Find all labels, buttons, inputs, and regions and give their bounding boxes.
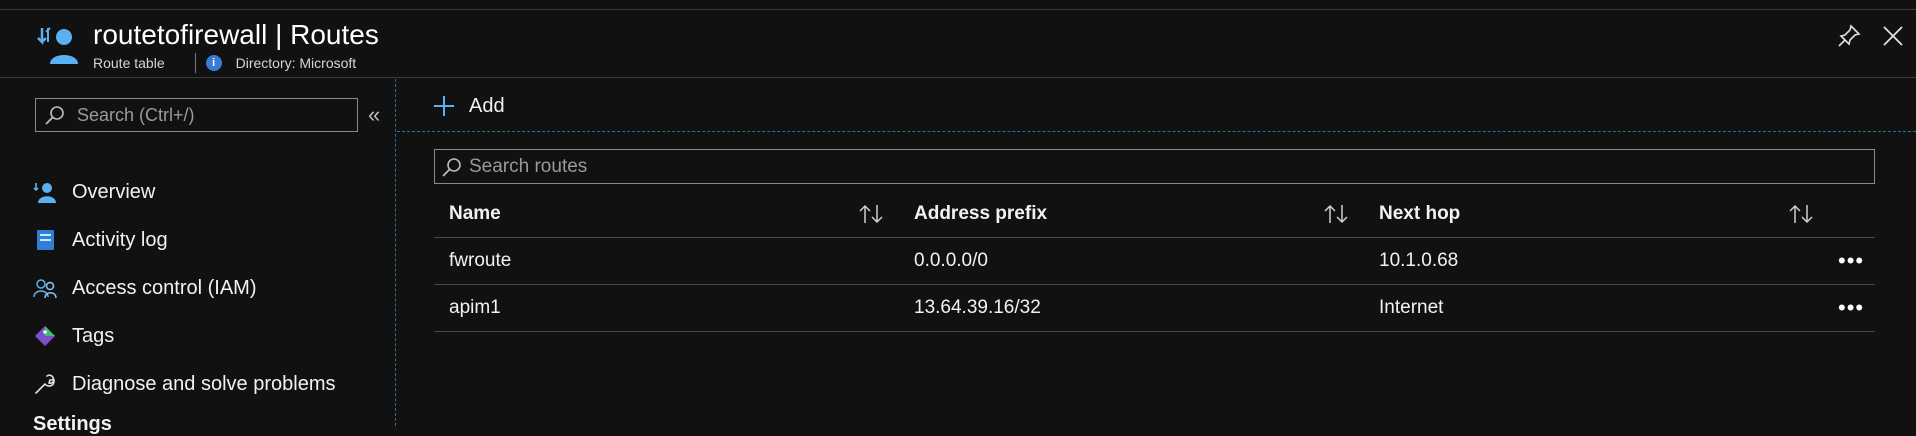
- sort-icon[interactable]: [1323, 203, 1349, 225]
- route-table-icon: [37, 27, 78, 64]
- sidebar-item-iam[interactable]: Access control (IAM): [33, 270, 256, 306]
- sidebar-item-diagnose[interactable]: Diagnose and solve problems: [33, 366, 336, 402]
- column-header-address-prefix[interactable]: Address prefix: [914, 190, 1047, 237]
- route-name: apim1: [449, 297, 501, 318]
- route-next-hop: Internet: [1379, 297, 1444, 318]
- header-subtitle: Route table i Directory: Microsoft: [93, 53, 356, 73]
- close-icon[interactable]: [1880, 23, 1906, 49]
- breadcrumb-strip: [0, 0, 1916, 10]
- route-address-prefix: 13.64.39.16/32: [914, 297, 1041, 318]
- add-button[interactable]: Add: [433, 89, 505, 123]
- sidebar-item-label: Activity log: [72, 228, 168, 251]
- search-icon: [45, 106, 64, 125]
- routes-table: Name Address prefix Next hop fwroute 0.0…: [434, 190, 1875, 332]
- more-actions-button[interactable]: •••: [1838, 285, 1864, 331]
- sidebar-item-label: Diagnose and solve problems: [72, 372, 336, 395]
- main-content: Add Search routes Name Address prefix Ne…: [397, 79, 1916, 426]
- blade-header: routetofirewall | Routes Route table i D…: [0, 11, 1916, 78]
- tag-icon: [35, 326, 55, 346]
- sidebar: Search (Ctrl+/) « Overview Activity log …: [0, 79, 396, 435]
- divider: [194, 53, 196, 73]
- route-address-prefix: 0.0.0.0/0: [914, 250, 988, 271]
- command-bar: Add: [397, 79, 1916, 132]
- wrench-icon: [35, 374, 55, 394]
- plus-icon: [434, 96, 454, 116]
- collapse-sidebar-button[interactable]: «: [368, 103, 388, 127]
- routes-search-placeholder: Search routes: [469, 155, 588, 177]
- directory-label: Directory: Microsoft: [235, 55, 357, 71]
- sidebar-item-tags[interactable]: Tags: [33, 318, 114, 354]
- sort-icon[interactable]: [1788, 203, 1814, 225]
- route-next-hop: 10.1.0.68: [1379, 250, 1459, 271]
- sidebar-search-input[interactable]: Search (Ctrl+/): [35, 98, 358, 132]
- sidebar-item-activity-log[interactable]: Activity log: [33, 222, 168, 258]
- sidebar-section-settings: Settings: [33, 413, 112, 435]
- route-name: fwroute: [449, 250, 512, 271]
- routes-search-input[interactable]: Search routes: [434, 149, 1875, 184]
- search-icon: [442, 157, 461, 177]
- sidebar-item-label: Access control (IAM): [72, 276, 257, 299]
- sidebar-item-label: Tags: [72, 324, 115, 347]
- sort-icon[interactable]: [858, 203, 884, 225]
- activity-log-icon: [37, 230, 54, 250]
- resource-type-label: Route table: [93, 55, 165, 71]
- table-row[interactable]: fwroute 0.0.0.0/0 10.1.0.68 •••: [434, 238, 1875, 285]
- info-icon[interactable]: i: [205, 55, 222, 71]
- table-header-row: Name Address prefix Next hop: [434, 190, 1875, 238]
- overview-icon: [33, 183, 56, 203]
- column-header-next-hop[interactable]: Next hop: [1379, 190, 1460, 237]
- iam-icon: [33, 279, 57, 299]
- sidebar-search-placeholder: Search (Ctrl+/): [77, 104, 195, 125]
- page-title: routetofirewall | Routes: [93, 19, 379, 50]
- add-button-label: Add: [469, 94, 505, 117]
- pin-icon[interactable]: [1836, 23, 1862, 49]
- sidebar-item-label: Overview: [72, 180, 156, 203]
- column-header-name[interactable]: Name: [449, 190, 501, 237]
- table-row[interactable]: apim1 13.64.39.16/32 Internet •••: [434, 285, 1875, 332]
- more-actions-button[interactable]: •••: [1838, 238, 1864, 284]
- sidebar-item-overview[interactable]: Overview: [33, 174, 155, 210]
